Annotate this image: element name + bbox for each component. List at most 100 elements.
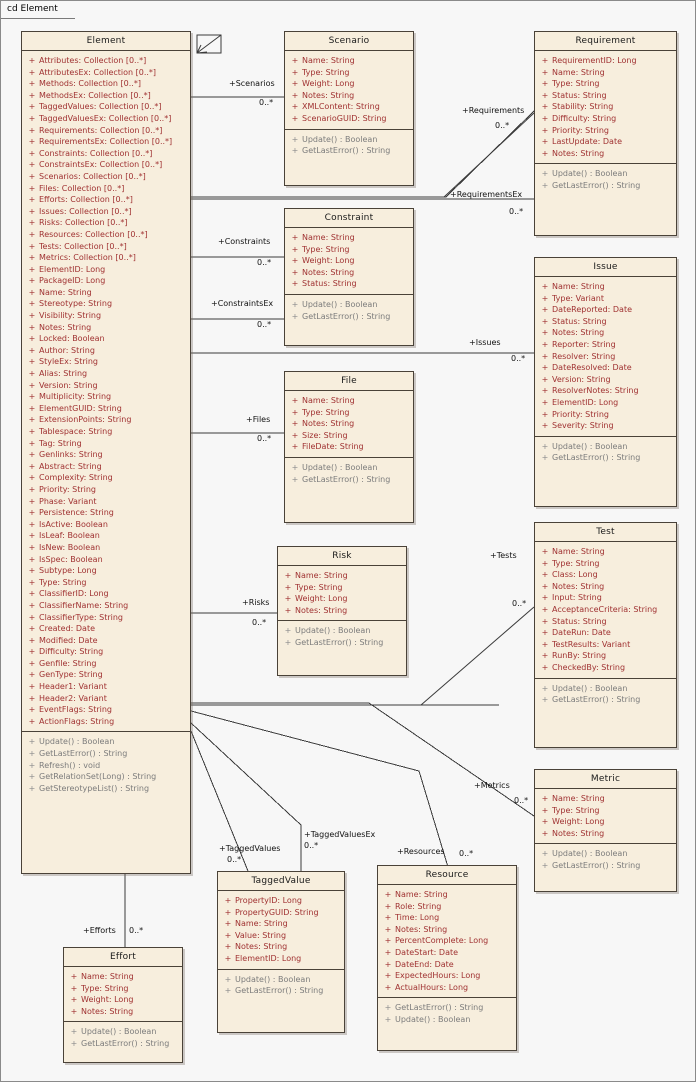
class-element[interactable]: Element + Attributes: Collection [0..*] + A… (21, 31, 191, 874)
attribute-row: + Status: String (288, 278, 411, 290)
visibility-marker: + (70, 1006, 78, 1016)
label-scenarios-role: +Scenarios (229, 79, 275, 88)
class-file[interactable]: File + Name: String + Type: String + Notes: S… (284, 371, 414, 523)
attribute-row: + Modified: Date (25, 635, 188, 647)
visibility-marker: + (291, 462, 299, 472)
class-metric[interactable]: Metric + Name: String + Type: String + Weight… (534, 769, 677, 892)
class-effort[interactable]: Effort + Name: String + Type: String + Weight… (63, 947, 183, 1063)
visibility-marker: + (291, 430, 299, 440)
attribute-label: Header1: Variant (39, 682, 107, 692)
class-scenario-title: Scenario (285, 32, 413, 51)
class-resource-title: Resource (378, 866, 516, 885)
attribute-label: Phase: Variant (39, 496, 97, 506)
visibility-marker: + (541, 441, 549, 451)
class-taggedvalue-operations: + Update() : Boolean + GetLastError() : Str… (218, 968, 344, 1001)
attribute-label: IsActive: Boolean (39, 519, 108, 529)
attribute-row: + Name: String (381, 889, 514, 901)
visibility-marker: + (541, 547, 549, 556)
attribute-label: Created: Date (39, 624, 96, 634)
attribute-label: Weight: Long (552, 817, 605, 827)
diagram-tab[interactable]: cd Element (1, 1, 75, 19)
operation-row: + Update() : Boolean (538, 848, 674, 860)
class-constraint[interactable]: Constraint + Name: String + Type: String + We… (284, 208, 414, 346)
class-file-title: File (285, 372, 413, 391)
visibility-marker: + (224, 953, 232, 963)
class-constraint-title: Constraint (285, 209, 413, 228)
visibility-marker: + (28, 287, 36, 297)
attribute-label: AcceptanceCriteria: String (552, 604, 658, 614)
attribute-row: + ClassifierName: String (25, 600, 188, 612)
attribute-label: Status: String (302, 279, 357, 289)
visibility-marker: + (541, 695, 549, 705)
operation-row: + Update() : Boolean (538, 441, 674, 453)
attribute-row: + IsNew: Boolean (25, 542, 188, 554)
attribute-label: Type: String (302, 407, 350, 417)
visibility-marker: + (28, 148, 36, 158)
visibility-marker: + (28, 693, 36, 703)
attribute-label: ElementID: Long (552, 397, 619, 407)
class-resource[interactable]: Resource + Name: String + Role: String + Time… (377, 865, 517, 1051)
visibility-marker: + (28, 635, 36, 645)
attribute-label: Subtype: Long (39, 566, 97, 576)
class-requirement-operations: + Update() : Boolean + GetLastError() : Str… (535, 163, 676, 195)
operation-row: + GetLastError() : String (381, 1002, 514, 1014)
operation-row: + Update() : Boolean (25, 736, 188, 748)
visibility-marker: + (541, 849, 549, 859)
attribute-row: + Efforts: Collection [0..*] (25, 194, 188, 206)
attribute-row: + Notes: String (288, 418, 411, 430)
attribute-row: + AttributesEx: Collection [0..*] (25, 67, 188, 79)
class-test-title: Test (535, 523, 676, 542)
attribute-label: Modified: Date (39, 635, 98, 645)
class-requirement[interactable]: Requirement + RequirementID: Long + Name: S… (534, 31, 677, 236)
class-taggedvalue[interactable]: TaggedValue + PropertyID: Long + PropertyGU… (217, 871, 345, 1033)
attribute-row: + RequirementID: Long (538, 55, 674, 67)
visibility-marker: + (28, 461, 36, 471)
attribute-label: Notes: String (552, 328, 605, 338)
attribute-row: + Type: String (281, 582, 404, 594)
attribute-row: + DateReported: Date (538, 304, 674, 316)
visibility-marker: + (541, 794, 549, 803)
attribute-label: Name: String (302, 233, 355, 242)
attribute-label: Notes: String (295, 605, 348, 615)
attribute-label: Reporter: String (552, 339, 616, 349)
visibility-marker: + (291, 56, 299, 65)
label-constraintsex-role: +ConstraintsEx (211, 299, 274, 308)
operation-row: + GetLastError() : String (288, 311, 411, 323)
visibility-marker: + (384, 936, 392, 946)
visibility-marker: + (541, 169, 549, 179)
visibility-marker: + (284, 605, 292, 615)
visibility-marker: + (384, 890, 392, 899)
visibility-marker: + (28, 171, 36, 181)
class-issue[interactable]: Issue + Name: String + Type: Variant + DateRe… (534, 257, 677, 507)
operation-row: + GetLastError() : String (538, 180, 674, 192)
attribute-label: ElementGUID: String (39, 403, 122, 413)
attribute-row: + DateResolved: Date (538, 362, 674, 374)
class-risk[interactable]: Risk + Name: String + Type: String + Weight: … (277, 546, 407, 676)
class-scenario[interactable]: Scenario + Name: String + Type: String + Weig… (284, 31, 414, 186)
visibility-marker: + (28, 334, 36, 344)
label-issues-role: +Issues (469, 338, 501, 347)
visibility-marker: + (28, 299, 36, 309)
visibility-marker: + (28, 508, 36, 518)
class-test-operations: + Update() : Boolean + GetLastError() : Str… (535, 677, 676, 710)
visibility-marker: + (28, 682, 36, 692)
class-effort-operations: + Update() : Boolean + GetLastError() : Str… (64, 1021, 182, 1053)
operation-row: + Update() : Boolean (538, 683, 674, 695)
attribute-row: + Multiplicity: String (25, 391, 188, 403)
attribute-label: EventFlags: String (39, 705, 113, 715)
attribute-label: Persistence: String (39, 508, 114, 518)
visibility-marker: + (291, 279, 299, 289)
attribute-label: Requirements: Collection [0..*] (39, 125, 163, 135)
attribute-label: Notes: String (395, 924, 448, 934)
attribute-row: + PackageID: Long (25, 275, 188, 287)
visibility-marker: + (291, 146, 299, 156)
class-test[interactable]: Test + Name: String + Type: String + Class: L… (534, 522, 677, 748)
attribute-label: Files: Collection [0..*] (39, 183, 125, 193)
attribute-label: Stability: String (552, 102, 614, 112)
attribute-row: + Created: Date (25, 623, 188, 635)
attribute-row: + DateStart: Date (381, 947, 514, 959)
attribute-label: Tablespace: String (39, 427, 113, 436)
label-requirements-role: +Requirements (462, 106, 525, 115)
visibility-marker: + (384, 901, 392, 911)
visibility-marker: + (541, 90, 549, 100)
